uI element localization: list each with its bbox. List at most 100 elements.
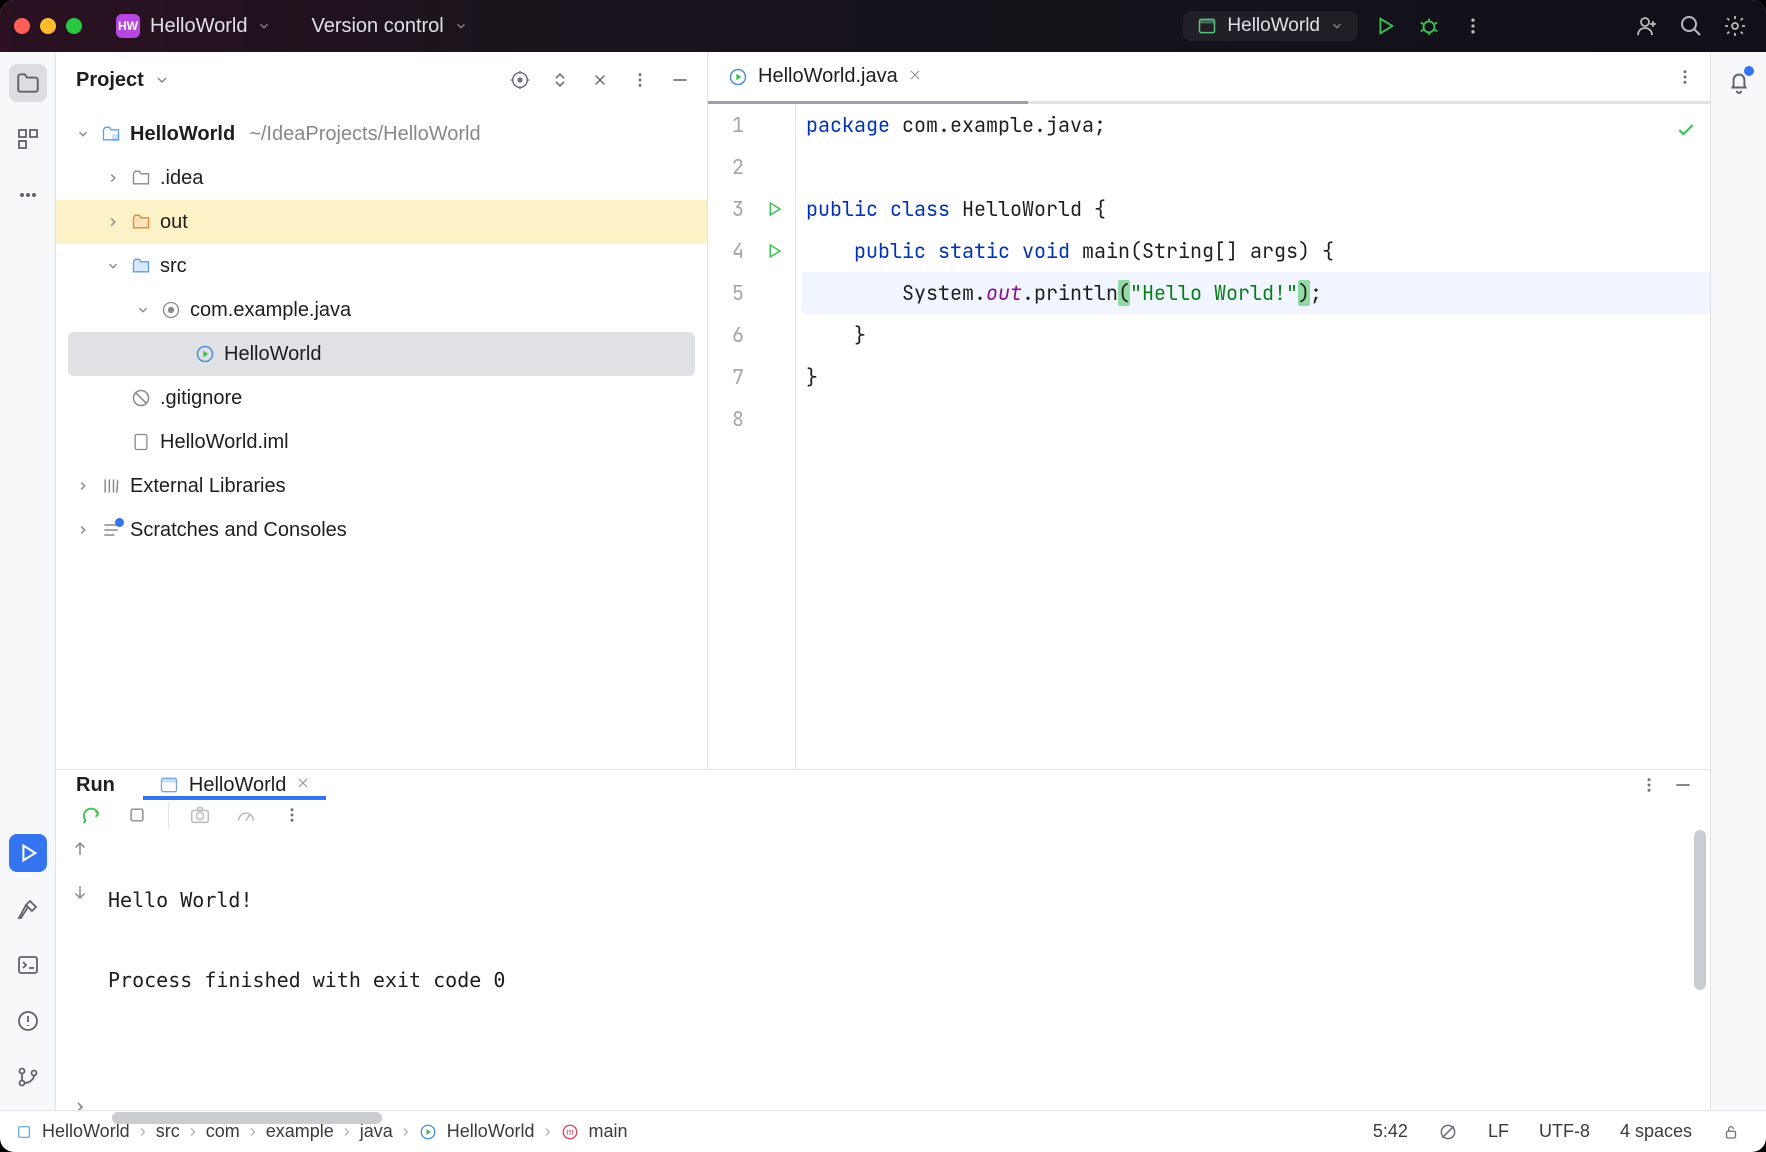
more-tools-button[interactable] (9, 176, 47, 214)
horizontal-scrollbar[interactable] (112, 1112, 382, 1124)
inspection-ok-icon[interactable] (1676, 112, 1696, 154)
run-tool-button[interactable] (9, 834, 47, 872)
code-with-me-button[interactable] (1630, 9, 1664, 43)
build-tool-button[interactable] (9, 890, 47, 928)
project-selector[interactable]: HW HelloWorld (110, 10, 277, 42)
search-icon (1679, 14, 1703, 38)
ellipsis-icon (16, 183, 40, 207)
select-opened-file-button[interactable] (505, 65, 535, 95)
project-name-label: HelloWorld (150, 15, 247, 38)
tree-item-external-libs[interactable]: External Libraries (56, 464, 707, 508)
run-tool-window: Run HelloWorld (56, 770, 1710, 1110)
project-icon: HW (116, 14, 140, 38)
problems-tool-button[interactable] (9, 1002, 47, 1040)
code-area[interactable]: package com.example.java; public class H… (796, 104, 1710, 769)
hide-panel-button[interactable] (665, 65, 695, 95)
hide-run-panel-button[interactable] (1668, 770, 1698, 800)
editor-body[interactable]: 12345678 package com.example.java; (708, 104, 1710, 769)
output-line: Hello World! (108, 888, 253, 912)
settings-button[interactable] (1718, 9, 1752, 43)
run-line-marker[interactable] (752, 230, 795, 272)
run-tab[interactable]: HelloWorld (143, 770, 326, 800)
titlebar: HW HelloWorld Version control HelloWorld (0, 0, 1766, 52)
project-tree[interactable]: HelloWorld ~/IdeaProjects/HelloWorld .id… (56, 108, 707, 769)
notifications-button[interactable] (1726, 68, 1752, 99)
kebab-icon (631, 71, 649, 89)
panel-options-button[interactable] (625, 65, 655, 95)
stop-button[interactable] (122, 800, 152, 830)
maximize-window-button[interactable] (66, 18, 82, 34)
vcs-menu[interactable]: Version control (305, 11, 473, 42)
readonly-toggle[interactable] (1712, 1123, 1750, 1141)
minimize-window-button[interactable] (40, 18, 56, 34)
run-configuration-selector[interactable]: HelloWorld (1183, 11, 1358, 41)
tree-item-src[interactable]: src (56, 244, 707, 288)
tree-item-idea[interactable]: .idea (56, 156, 707, 200)
debug-button[interactable] (1412, 9, 1446, 43)
warning-icon (16, 1009, 40, 1033)
profiler-button[interactable] (231, 800, 261, 830)
run-line-marker[interactable] (752, 188, 795, 230)
terminal-tool-button[interactable] (9, 946, 47, 984)
structure-tool-button[interactable] (9, 120, 47, 158)
camera-button[interactable] (185, 800, 215, 830)
folder-icon (131, 256, 151, 276)
collapse-all-button[interactable] (585, 65, 615, 95)
chevron-down-icon[interactable] (154, 72, 170, 88)
kebab-icon (283, 806, 301, 824)
scroll-down-button[interactable] (71, 883, 89, 906)
chevron-down-icon (1330, 19, 1344, 33)
run-config-label: HelloWorld (1227, 15, 1320, 37)
tree-item-iml[interactable]: HelloWorld.iml (56, 420, 707, 464)
close-window-button[interactable] (14, 18, 30, 34)
tree-item-label: HelloWorld (224, 343, 321, 366)
tree-root[interactable]: HelloWorld ~/IdeaProjects/HelloWorld (56, 112, 707, 156)
arrow-up-icon (71, 840, 89, 858)
stop-icon (127, 805, 147, 825)
gutter: 12345678 (708, 104, 796, 769)
class-run-icon (195, 344, 215, 364)
folder-icon (131, 212, 151, 232)
search-everywhere-button[interactable] (1674, 9, 1708, 43)
vertical-scrollbar[interactable] (1694, 830, 1706, 990)
vcs-tool-button[interactable] (9, 1058, 47, 1096)
lock-icon (1722, 1123, 1740, 1141)
tree-item-package[interactable]: com.example.java (56, 288, 707, 332)
branch-icon (16, 1065, 40, 1089)
line-numbers: 12345678 (708, 104, 752, 769)
close-tab-button[interactable] (908, 67, 922, 87)
scroll-up-button[interactable] (71, 840, 89, 863)
tree-item-gitignore[interactable]: .gitignore (56, 376, 707, 420)
kebab-icon (1640, 776, 1658, 794)
editor-tab[interactable]: HelloWorld.java (714, 52, 936, 101)
window-controls (14, 18, 82, 34)
close-run-tab-button[interactable] (296, 775, 310, 795)
tree-root-label: HelloWorld (130, 123, 235, 146)
rerun-button[interactable] (76, 800, 106, 830)
check-icon (1676, 120, 1696, 140)
tree-item-out[interactable]: out (56, 200, 707, 244)
run-output[interactable]: Hello World! Process finished with exit … (104, 830, 1710, 1130)
arrow-down-icon (71, 883, 89, 901)
editor-options-button[interactable] (1670, 62, 1700, 92)
tree-root-path: ~/IdeaProjects/HelloWorld (249, 123, 480, 146)
hammer-icon (16, 897, 40, 921)
minimize-icon (670, 70, 690, 90)
project-tool-button[interactable] (9, 64, 47, 102)
bug-icon (1418, 15, 1440, 37)
module-icon (16, 1124, 32, 1140)
tree-item-scratches[interactable]: Scratches and Consoles (56, 508, 707, 552)
target-icon (509, 69, 531, 91)
expand-icon (550, 70, 570, 90)
more-actions-button[interactable] (1456, 9, 1490, 43)
run-more-button[interactable] (277, 800, 307, 830)
tree-item-class[interactable]: HelloWorld (68, 332, 695, 376)
expand-collapse-button[interactable] (545, 65, 575, 95)
structure-icon (16, 127, 40, 151)
run-button[interactable] (1368, 9, 1402, 43)
chevron-right-icon (76, 479, 90, 493)
tree-item-label: .gitignore (160, 387, 242, 410)
run-panel-options-button[interactable] (1634, 770, 1664, 800)
play-icon (765, 230, 783, 272)
left-tool-rail (0, 52, 56, 1110)
